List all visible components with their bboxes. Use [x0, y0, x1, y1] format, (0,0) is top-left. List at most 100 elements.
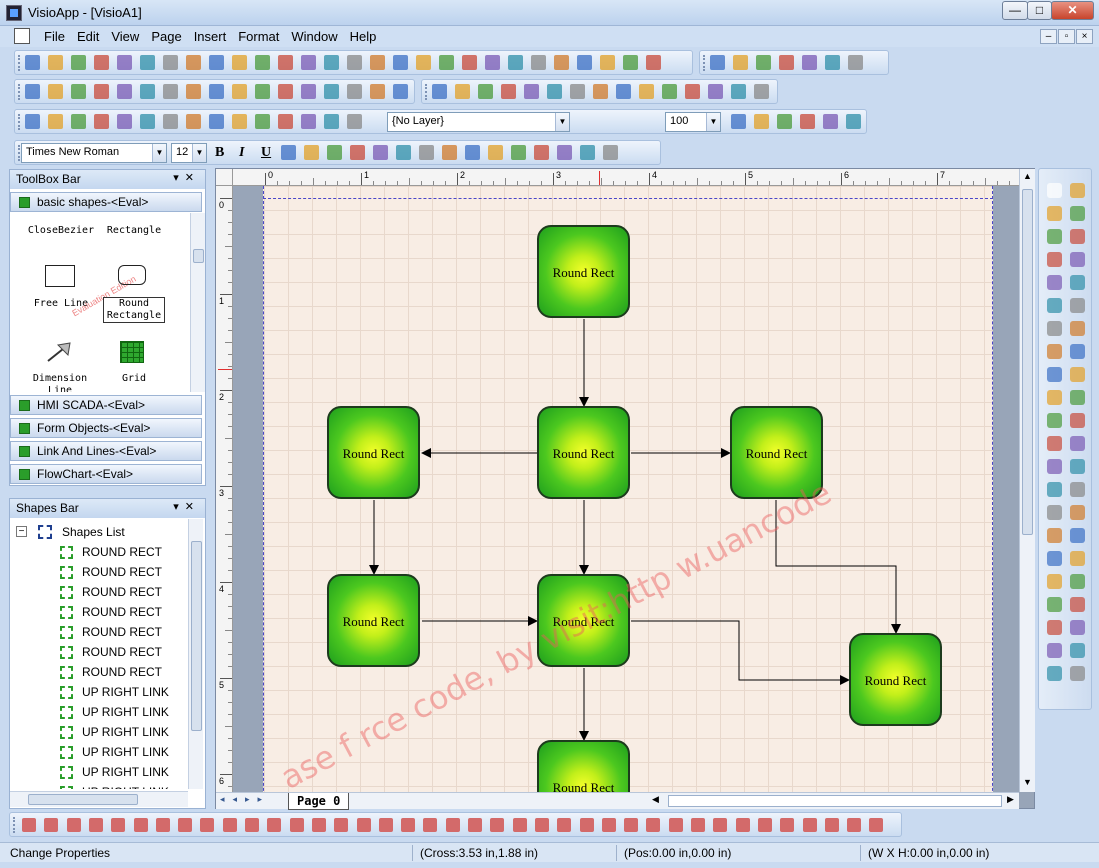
page-tab[interactable]: Page 0	[288, 793, 350, 810]
align-tool-icon[interactable]	[802, 818, 817, 832]
menu-view[interactable]: View	[105, 29, 145, 44]
toolbar-tool-icon[interactable]	[48, 84, 63, 99]
bold-button[interactable]: B	[215, 145, 224, 161]
align-tool-icon[interactable]	[222, 818, 237, 832]
toolbar-tool-icon[interactable]	[232, 114, 247, 129]
drawing-tool-icon[interactable]	[1070, 643, 1085, 658]
category-hmi-scada[interactable]: HMI SCADA-<Eval>	[10, 395, 202, 415]
drawing-tool-icon[interactable]	[1047, 597, 1062, 612]
toolbar-tool-icon[interactable]	[531, 55, 546, 70]
round-rect-shape[interactable]: Round Rect	[849, 633, 942, 726]
drawing-tool-icon[interactable]	[1070, 367, 1085, 382]
toolbar-tool-icon[interactable]	[304, 145, 319, 160]
toolbar-tool-icon[interactable]	[465, 145, 480, 160]
mdi-minimize-button[interactable]: –	[1040, 29, 1057, 44]
drawing-tool-icon[interactable]	[1070, 620, 1085, 635]
toolbar-tool-icon[interactable]	[432, 84, 447, 99]
drawing-tool-icon[interactable]	[1070, 551, 1085, 566]
undo-icon[interactable]	[370, 55, 385, 70]
toolbar-tool-icon[interactable]	[777, 114, 792, 129]
align-tool-icon[interactable]	[200, 818, 215, 832]
drawing-tool-icon[interactable]	[1047, 252, 1062, 267]
category-flowchart[interactable]: FlowChart-<Eval>	[10, 464, 202, 484]
toolbar-tool-icon[interactable]	[685, 84, 700, 99]
connector-link[interactable]	[631, 620, 850, 685]
scroll-right-icon[interactable]: ▶	[1007, 794, 1018, 807]
menu-help[interactable]: Help	[344, 29, 383, 44]
toolbar-tool-icon[interactable]	[278, 114, 293, 129]
scroll-thumb[interactable]	[191, 541, 202, 731]
toolbar-tool-icon[interactable]	[255, 84, 270, 99]
maximize-button[interactable]: □	[1027, 1, 1052, 20]
drawing-tool-icon[interactable]	[1070, 390, 1085, 405]
menu-format[interactable]: Format	[232, 29, 285, 44]
align-tool-icon[interactable]	[557, 818, 572, 832]
toolbar-tool-icon[interactable]	[186, 55, 201, 70]
toolbar-tool-icon[interactable]	[186, 114, 201, 129]
toolbar-tool-icon[interactable]	[255, 114, 270, 129]
chevron-down-icon[interactable]: ▼	[555, 113, 569, 131]
toolbar-tool-icon[interactable]	[117, 84, 132, 99]
align-tool-icon[interactable]	[111, 818, 126, 832]
toolbar-tool-icon[interactable]	[94, 84, 109, 99]
drawing-tool-icon[interactable]	[1047, 643, 1062, 658]
drawing-tool-icon[interactable]	[1070, 321, 1085, 336]
mdi-restore-button[interactable]: ▫	[1058, 29, 1075, 44]
toolbar-tool-icon[interactable]	[393, 84, 408, 99]
drawing-tool-icon[interactable]	[1047, 551, 1062, 566]
drawing-tool-icon[interactable]	[1070, 597, 1085, 612]
toolbar-grip[interactable]	[18, 55, 21, 71]
toolbar-tool-icon[interactable]	[779, 55, 794, 70]
drawing-tool-icon[interactable]	[1047, 505, 1062, 520]
toolbar-tool-icon[interactable]	[25, 84, 40, 99]
toolbar-tool-icon[interactable]	[593, 84, 608, 99]
toolbar-tool-icon[interactable]	[373, 145, 388, 160]
align-tool-icon[interactable]	[66, 818, 81, 832]
align-tool-icon[interactable]	[735, 818, 750, 832]
round-rect-shape[interactable]: Round Rect	[537, 740, 630, 792]
align-tool-icon[interactable]	[601, 818, 616, 832]
new-file-icon[interactable]	[25, 55, 40, 70]
toolbar-tool-icon[interactable]	[419, 145, 434, 160]
shape-rectangle[interactable]: Rectangle	[96, 225, 172, 237]
toolbar-tool-icon[interactable]	[232, 55, 247, 70]
drawing-tool-icon[interactable]	[1070, 275, 1085, 290]
format-painter-icon[interactable]	[347, 55, 362, 70]
align-tool-icon[interactable]	[356, 818, 371, 832]
shape-round-rectangle[interactable]: Round Rectangle	[103, 297, 165, 323]
align-tool-icon[interactable]	[378, 818, 393, 832]
shapes-scrollbar[interactable]	[188, 519, 203, 789]
align-tool-icon[interactable]	[401, 818, 416, 832]
toolbar-tool-icon[interactable]	[350, 145, 365, 160]
align-tool-icon[interactable]	[780, 818, 795, 832]
drawing-tool-icon[interactable]	[1047, 229, 1062, 244]
round-rect-shape[interactable]: Round Rect	[537, 406, 630, 499]
toolbar-tool-icon[interactable]	[455, 84, 470, 99]
drawing-tool-icon[interactable]	[1070, 482, 1085, 497]
drawing-tool-icon[interactable]	[1070, 413, 1085, 428]
drawing-tool-icon[interactable]	[1047, 206, 1062, 221]
toolbar-tool-icon[interactable]	[25, 114, 40, 129]
pointer-icon[interactable]	[1047, 183, 1062, 198]
shape-dimension-line[interactable]: Dimension Line	[20, 373, 100, 392]
save-all-icon[interactable]	[117, 55, 132, 70]
spell-icon[interactable]	[209, 55, 224, 70]
drawing-tool-icon[interactable]	[1047, 321, 1062, 336]
drawing-tool-icon[interactable]	[1047, 367, 1062, 382]
toolbar-grip[interactable]	[425, 84, 428, 100]
align-tool-icon[interactable]	[624, 818, 639, 832]
drawing-tool-icon[interactable]	[1070, 344, 1085, 359]
toolbar-tool-icon[interactable]	[603, 145, 618, 160]
delete-icon[interactable]	[324, 55, 339, 70]
toolbar-tool-icon[interactable]	[140, 84, 155, 99]
align-tool-icon[interactable]	[267, 818, 282, 832]
menu-window[interactable]: Window	[285, 29, 343, 44]
toolbar-tool-icon[interactable]	[163, 114, 178, 129]
category-link-and-lines[interactable]: Link And Lines-<Eval>	[10, 441, 202, 461]
toolbar-tool-icon[interactable]	[324, 84, 339, 99]
toolbar-tool-icon[interactable]	[140, 114, 155, 129]
drawing-tool-icon[interactable]	[1070, 505, 1085, 520]
toolbar-tool-icon[interactable]	[327, 145, 342, 160]
toolbar-tool-icon[interactable]	[488, 145, 503, 160]
toolbar-tool-icon[interactable]	[754, 114, 769, 129]
